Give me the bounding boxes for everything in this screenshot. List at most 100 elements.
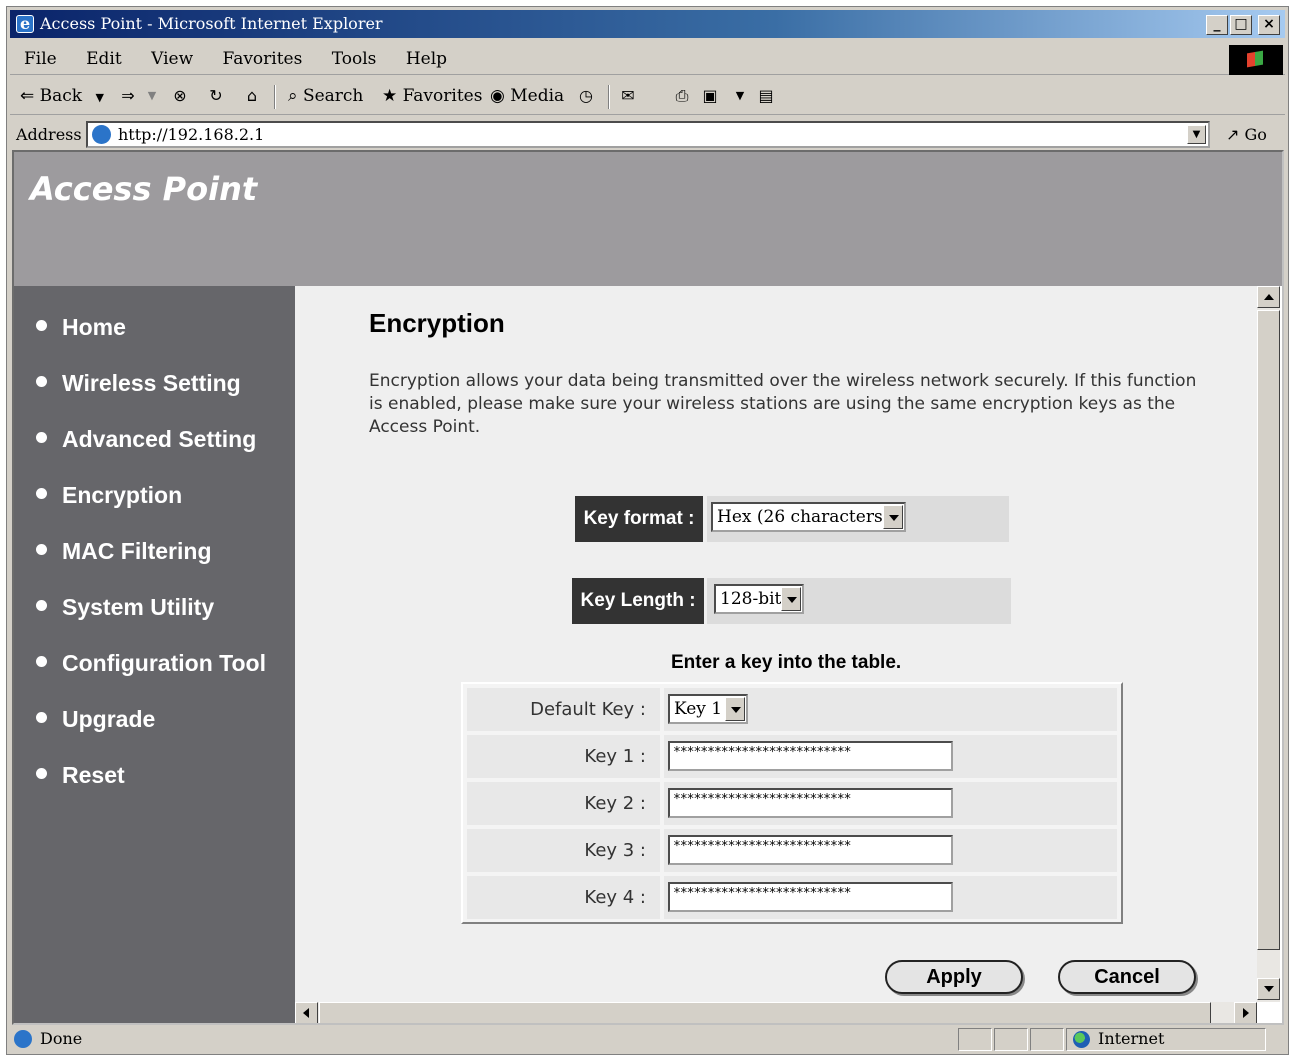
chevron-down-icon[interactable]: ▼ bbox=[96, 91, 104, 104]
sidebar-item-label: Advanced Setting bbox=[62, 426, 257, 452]
close-button[interactable]: × bbox=[1258, 15, 1280, 35]
back-button[interactable]: ⇐ Back ▼ bbox=[20, 77, 104, 115]
key-4-label: Key 4 : bbox=[467, 876, 660, 919]
ie-app-icon bbox=[16, 10, 34, 38]
sidebar-item-label: Encryption bbox=[62, 482, 183, 508]
cancel-button[interactable]: Cancel bbox=[1058, 960, 1196, 994]
search-icon: ⌕ bbox=[288, 86, 298, 106]
address-url: http://192.168.2.1 bbox=[118, 125, 265, 144]
edit-icon[interactable]: ▣ bbox=[700, 86, 720, 106]
maximize-button[interactable]: □ bbox=[1230, 15, 1252, 35]
horizontal-scrollbar[interactable] bbox=[295, 1002, 1257, 1023]
scroll-left-icon[interactable] bbox=[295, 1002, 318, 1023]
sidebar-item-upgrade[interactable]: Upgrade bbox=[36, 706, 155, 733]
print-icon[interactable]: ⎙ bbox=[672, 86, 692, 106]
toolbar: ⇐ Back ▼ ⇒ ▼ ⊗ ↻ ⌂ ⌕ Search ★ Favorites … bbox=[10, 77, 1285, 115]
go-button[interactable]: ↗ Go bbox=[1226, 117, 1267, 153]
favorites-button[interactable]: ★ Favorites bbox=[382, 77, 482, 115]
page-viewport: Access Point Home Wireless Setting Advan… bbox=[12, 150, 1284, 1025]
scroll-up-icon[interactable] bbox=[1257, 286, 1280, 308]
scroll-down-icon[interactable] bbox=[1257, 978, 1280, 1000]
key-length-label: Key Length : bbox=[572, 578, 704, 624]
key-3-input[interactable]: ************************** bbox=[668, 835, 953, 865]
menu-favorites[interactable]: Favorites bbox=[223, 43, 303, 75]
history-icon[interactable]: ◷ bbox=[576, 86, 596, 106]
sidebar-item-wireless-setting[interactable]: Wireless Setting bbox=[36, 370, 241, 397]
key-2-row: Key 2 : ************************** bbox=[467, 782, 1117, 825]
bullet-icon bbox=[36, 432, 47, 444]
sidebar-item-advanced-setting[interactable]: Advanced Setting bbox=[36, 426, 256, 453]
minimize-button[interactable]: _ bbox=[1206, 15, 1228, 35]
stop-icon[interactable]: ⊗ bbox=[170, 86, 190, 106]
key-1-label: Key 1 : bbox=[467, 735, 660, 778]
key-4-input[interactable]: ************************** bbox=[668, 882, 953, 912]
discuss-icon[interactable]: ▤ bbox=[756, 86, 776, 106]
default-key-value: Key 1 bbox=[674, 699, 723, 719]
address-input[interactable]: http://192.168.2.1 ▼ bbox=[86, 121, 1210, 148]
sidebar-item-label: Wireless Setting bbox=[62, 370, 241, 396]
sidebar-item-reset[interactable]: Reset bbox=[36, 762, 125, 789]
go-arrow-icon: ↗ bbox=[1226, 125, 1240, 144]
sidebar-item-configuration-tool[interactable]: Configuration Tool bbox=[36, 650, 266, 677]
home-icon[interactable]: ⌂ bbox=[242, 86, 262, 106]
menu-edit[interactable]: Edit bbox=[86, 43, 122, 75]
toolbar-separator bbox=[274, 85, 276, 109]
main-content: Encryption Encryption allows your data b… bbox=[295, 286, 1257, 1002]
horizontal-scroll-thumb[interactable] bbox=[319, 1002, 1211, 1023]
sidebar-item-mac-filtering[interactable]: MAC Filtering bbox=[36, 538, 212, 565]
key-length-select[interactable]: 128-bit bbox=[714, 584, 804, 614]
key-format-label: Key format : bbox=[575, 496, 703, 542]
vertical-scroll-thumb[interactable] bbox=[1257, 310, 1280, 950]
sidebar-item-system-utility[interactable]: System Utility bbox=[36, 594, 214, 621]
windows-logo-icon bbox=[1229, 45, 1283, 75]
key-4-row: Key 4 : ************************** bbox=[467, 876, 1117, 919]
address-bar: Address http://192.168.2.1 ▼ ↗ Go bbox=[10, 117, 1285, 153]
key-format-value: Hex (26 characters) bbox=[717, 507, 890, 527]
title-bar: Access Point - Microsoft Internet Explor… bbox=[10, 10, 1285, 38]
sidebar-item-label: System Utility bbox=[62, 594, 215, 620]
key-1-input[interactable]: ************************** bbox=[668, 741, 953, 771]
vertical-scrollbar[interactable] bbox=[1257, 286, 1280, 1002]
menu-view[interactable]: View bbox=[151, 43, 193, 75]
bullet-icon bbox=[36, 320, 47, 332]
address-dropdown-icon[interactable]: ▼ bbox=[1187, 125, 1206, 144]
security-zone: Internet bbox=[1098, 1029, 1165, 1048]
forward-arrow-icon[interactable]: ⇒ bbox=[118, 86, 138, 106]
sidebar-item-label: MAC Filtering bbox=[62, 538, 212, 564]
status-bar: Done Internet bbox=[10, 1025, 1285, 1053]
bullet-icon bbox=[36, 712, 47, 724]
sidebar-item-label: Upgrade bbox=[62, 706, 156, 732]
media-button[interactable]: ◉ Media bbox=[490, 77, 564, 115]
bullet-icon bbox=[36, 600, 47, 612]
sidebar-item-encryption[interactable]: Encryption bbox=[36, 482, 182, 509]
search-button[interactable]: ⌕ Search bbox=[288, 77, 363, 115]
sidebar-item-label: Configuration Tool bbox=[62, 650, 266, 676]
chevron-down-icon[interactable] bbox=[725, 697, 745, 721]
chevron-down-icon[interactable]: ▼ bbox=[730, 86, 750, 106]
key-1-row: Key 1 : ************************** bbox=[467, 735, 1117, 778]
sidebar-item-home[interactable]: Home bbox=[36, 314, 126, 341]
site-title: Access Point bbox=[30, 170, 258, 208]
key-4-cell: ************************** bbox=[664, 876, 1117, 919]
mail-icon[interactable]: ✉ bbox=[618, 86, 638, 106]
menu-tools[interactable]: Tools bbox=[332, 43, 377, 75]
back-label: Back bbox=[39, 86, 83, 106]
key-3-label: Key 3 : bbox=[467, 829, 660, 872]
chevron-down-icon[interactable] bbox=[781, 587, 801, 611]
chevron-down-icon[interactable] bbox=[883, 505, 903, 529]
chevron-down-icon[interactable]: ▼ bbox=[142, 86, 162, 106]
page-header: Access Point bbox=[14, 152, 1282, 286]
bullet-icon bbox=[36, 376, 47, 388]
go-label: Go bbox=[1244, 125, 1267, 144]
key-format-select[interactable]: Hex (26 characters) bbox=[711, 502, 906, 532]
apply-button[interactable]: Apply bbox=[885, 960, 1023, 994]
default-key-select[interactable]: Key 1 bbox=[668, 694, 748, 724]
key-2-input[interactable]: ************************** bbox=[668, 788, 953, 818]
bullet-icon bbox=[36, 544, 47, 556]
key-1-cell: ************************** bbox=[664, 735, 1117, 778]
globe-icon bbox=[1073, 1031, 1090, 1048]
scroll-right-icon[interactable] bbox=[1234, 1002, 1257, 1023]
menu-file[interactable]: File bbox=[24, 43, 57, 75]
menu-help[interactable]: Help bbox=[406, 43, 447, 75]
refresh-icon[interactable]: ↻ bbox=[206, 86, 226, 106]
